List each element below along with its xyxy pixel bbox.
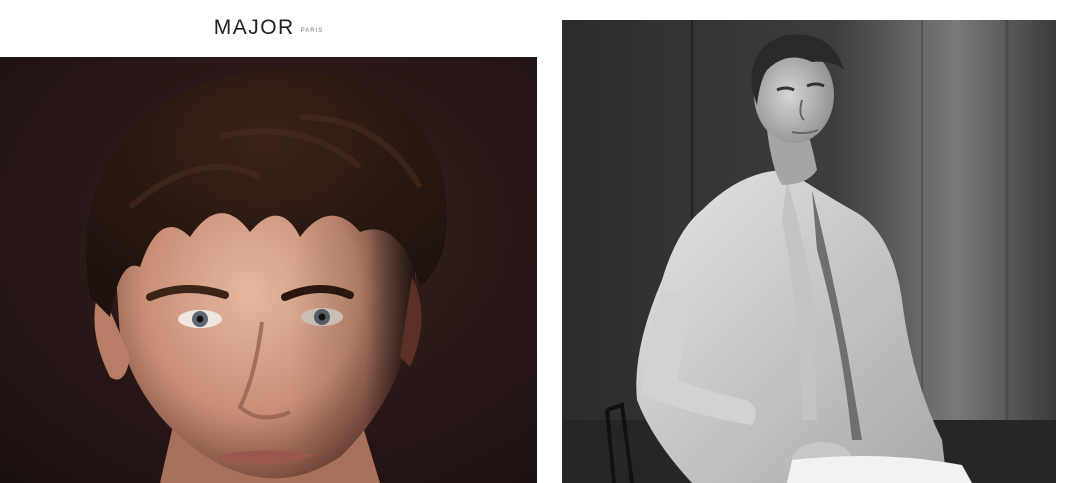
- logo-brand: MAJOR: [213, 16, 295, 39]
- portrait-photo-icon: [0, 57, 537, 483]
- lookbook-spread: MAJOR PARIS: [0, 0, 1074, 483]
- seated-model-photo-icon: [562, 20, 1056, 483]
- logo-city: PARIS: [300, 28, 324, 34]
- seated-model-photo[interactable]: [562, 20, 1056, 483]
- agency-logo[interactable]: MAJOR PARIS: [0, 0, 537, 56]
- portrait-photo[interactable]: [0, 57, 537, 483]
